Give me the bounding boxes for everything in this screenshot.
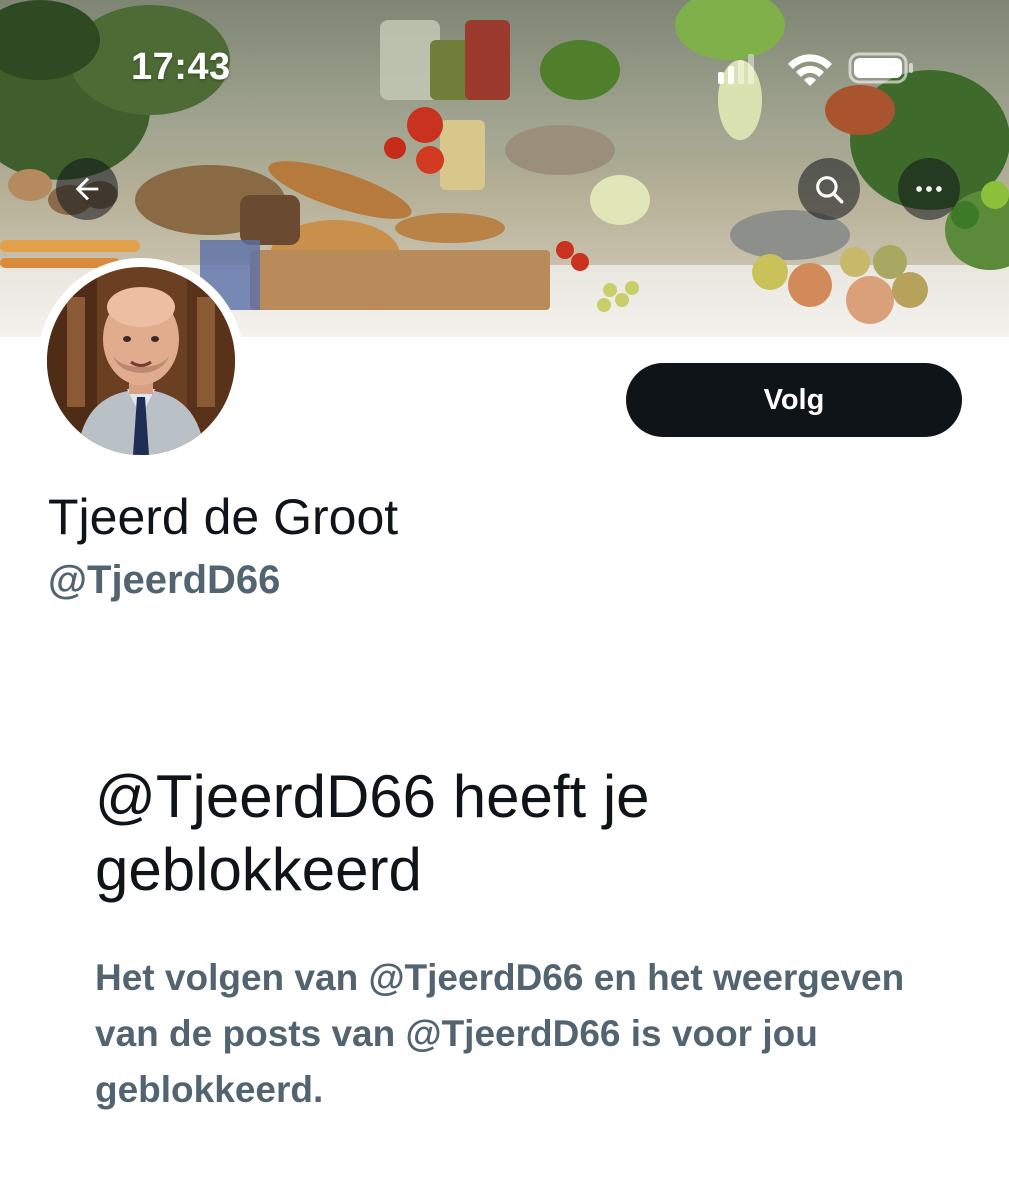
profile-avatar[interactable] bbox=[38, 258, 244, 464]
more-options-button[interactable] bbox=[898, 158, 960, 220]
back-button[interactable] bbox=[56, 158, 118, 220]
more-icon bbox=[916, 186, 942, 192]
avatar-photo bbox=[47, 267, 235, 455]
blocked-notice-title: @TjeerdD66 heeft je geblokkeerd bbox=[95, 763, 650, 903]
search-icon bbox=[816, 176, 844, 204]
wifi-icon bbox=[788, 54, 832, 86]
battery-icon bbox=[848, 52, 913, 84]
back-arrow-icon bbox=[75, 177, 99, 201]
profile-handle: @TjeerdD66 bbox=[48, 558, 281, 602]
status-bar-icons bbox=[718, 52, 913, 86]
follow-button[interactable]: Volg bbox=[626, 363, 962, 437]
cellular-signal-icon bbox=[718, 54, 754, 84]
status-bar-time: 17:43 bbox=[131, 46, 231, 88]
search-button[interactable] bbox=[798, 158, 860, 220]
blocked-notice-description: Het volgen van @TjeerdD66 en het weergev… bbox=[95, 957, 905, 1110]
profile-display-name: Tjeerd de Groot bbox=[48, 489, 399, 545]
